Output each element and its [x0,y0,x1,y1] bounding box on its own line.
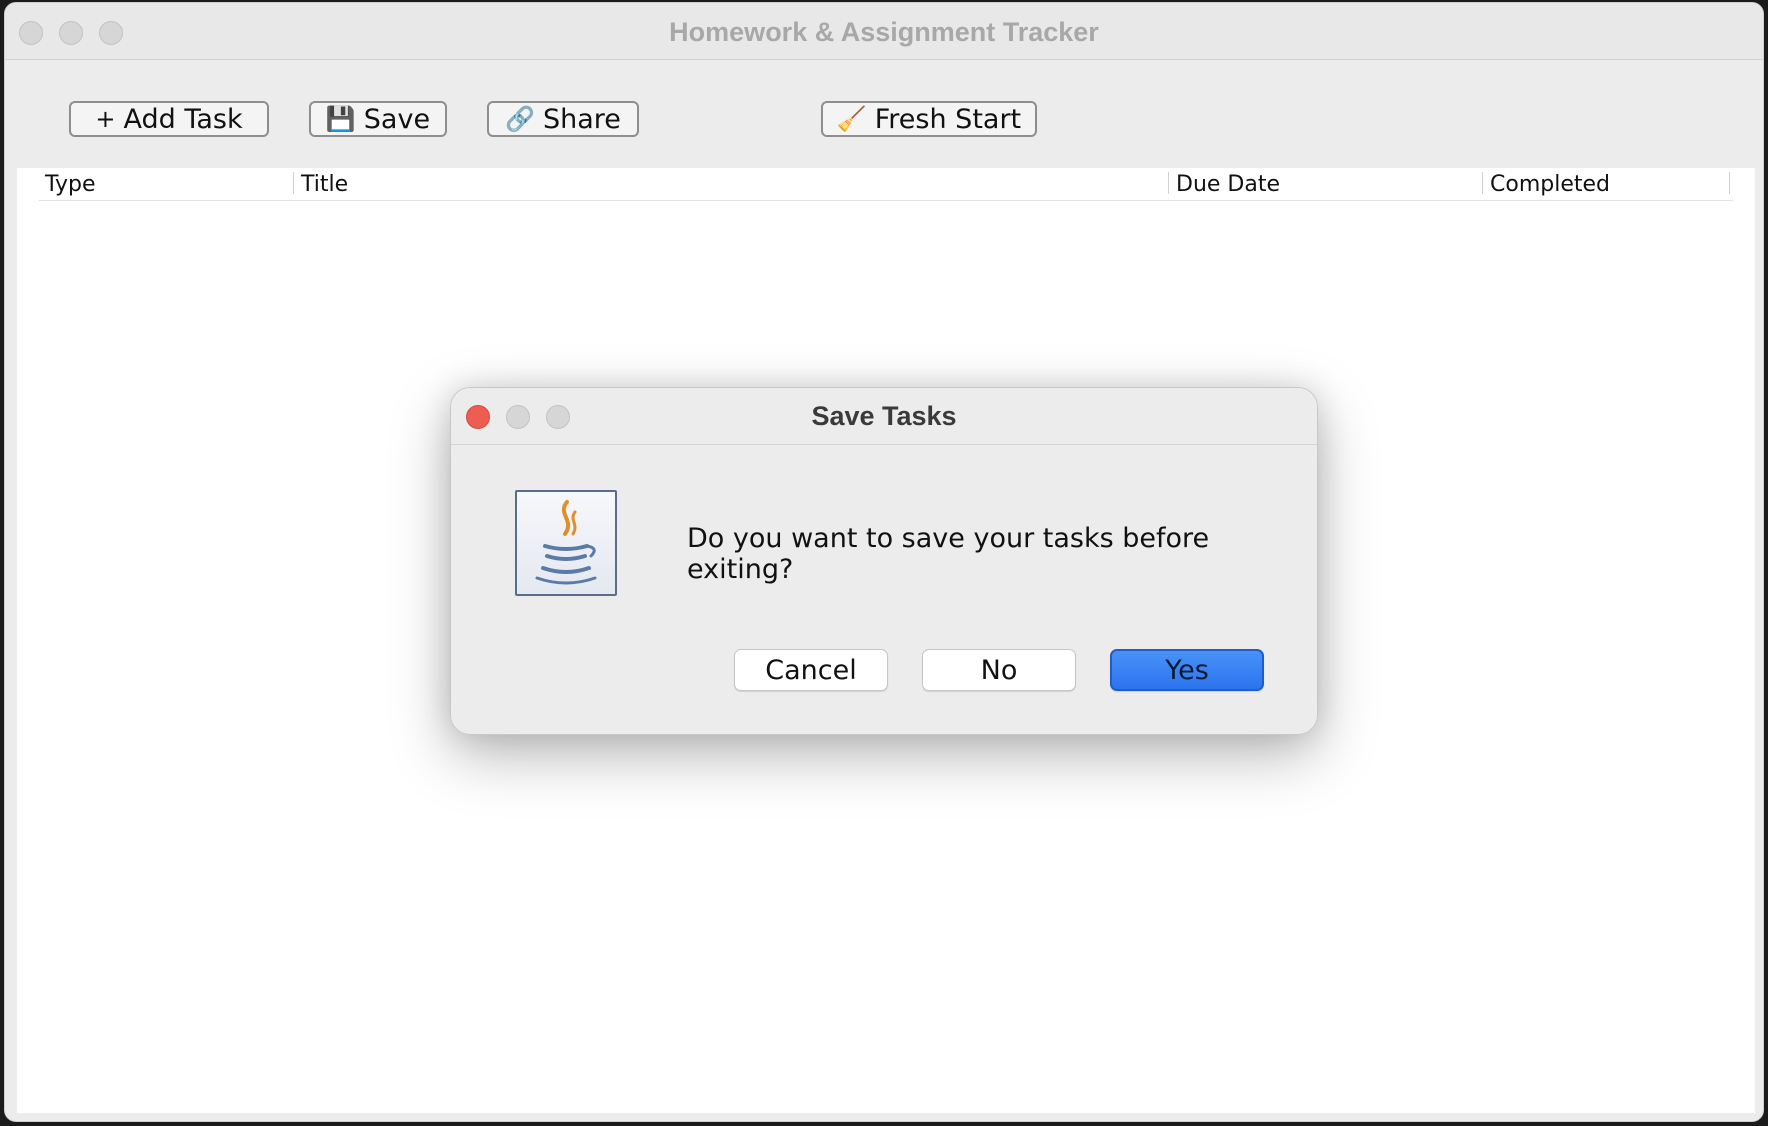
column-divider[interactable] [1482,172,1483,194]
dialog-message: Do you want to save your tasks before ex… [687,523,1210,585]
window-title: Homework & Assignment Tracker [669,17,1099,47]
plus-icon: + [95,105,116,133]
cancel-button[interactable]: Cancel [734,649,888,691]
add-task-label: Add Task [123,103,243,135]
column-divider[interactable] [293,172,294,194]
fresh-start-label: Fresh Start [874,103,1022,135]
share-label: Share [542,103,621,135]
add-task-button[interactable]: + Add Task [69,101,269,137]
column-divider[interactable] [1729,172,1730,194]
column-header-type[interactable]: Type [39,172,96,197]
no-button[interactable]: No [922,649,1076,691]
share-button[interactable]: 🔗 Share [487,101,639,137]
dialog-titlebar: Save Tasks [451,388,1317,445]
column-header-title[interactable]: Title [295,172,348,197]
column-divider[interactable] [1168,172,1169,194]
column-header-due-date[interactable]: Due Date [1170,172,1280,197]
save-tasks-dialog: Save Tasks Do you want to save your task… [450,387,1318,735]
fresh-start-button[interactable]: 🧹 Fresh Start [821,101,1037,137]
link-icon: 🔗 [505,105,535,133]
yes-button[interactable]: Yes [1110,649,1264,691]
toolbar: + Add Task 💾 Save 🔗 Share 🧹 Fresh Start [5,61,1763,168]
save-button[interactable]: 💾 Save [309,101,447,137]
save-label: Save [363,103,431,135]
java-coffee-cup-icon [515,490,617,596]
window-titlebar: Homework & Assignment Tracker [5,3,1763,60]
column-header-completed[interactable]: Completed [1484,172,1610,197]
floppy-disk-icon: 💾 [325,105,356,133]
table-header: Type Title Due Date Completed [39,168,1733,201]
broom-icon: 🧹 [836,105,867,133]
dialog-title: Save Tasks [811,401,957,431]
